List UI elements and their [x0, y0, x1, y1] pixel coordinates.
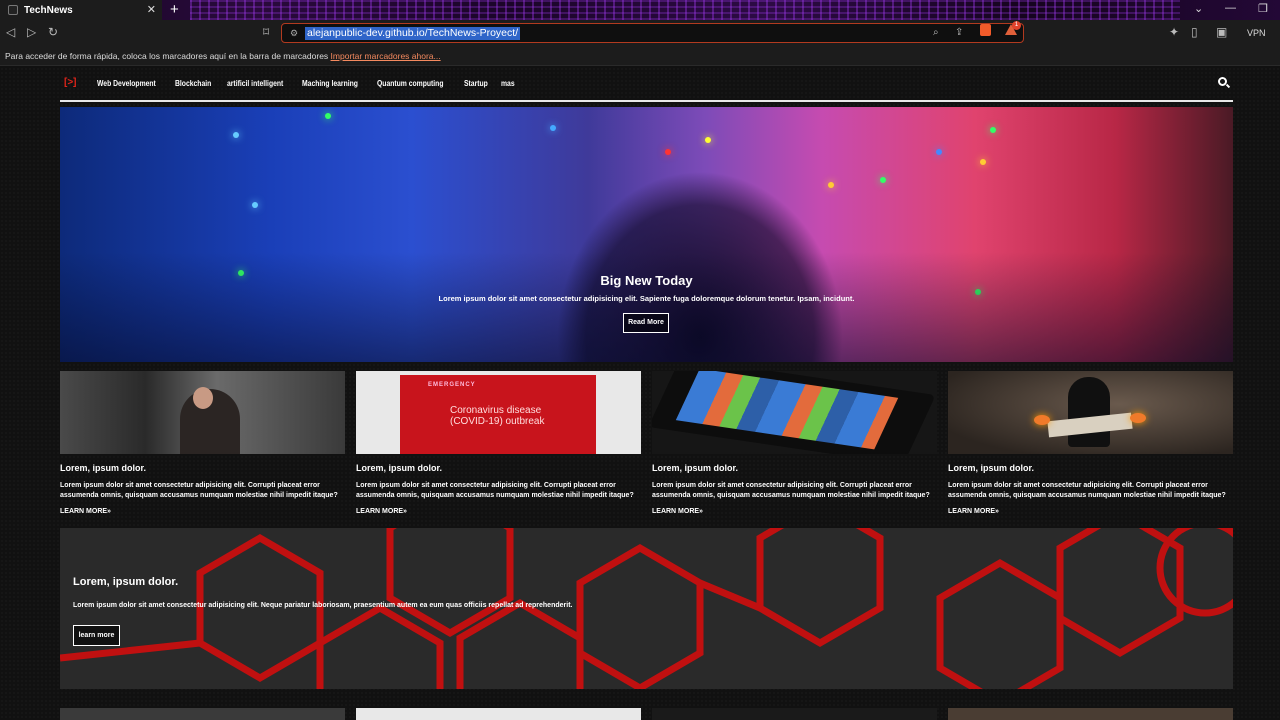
- card-title: Lorem, ipsum dolor.: [948, 463, 1035, 473]
- site-logo[interactable]: [>]: [64, 77, 77, 88]
- sidebar-icon[interactable]: ▯: [1191, 25, 1198, 39]
- news-card: EMERGENCY Coronavirus disease (COVID-19)…: [356, 371, 641, 521]
- nav-link[interactable]: Web Development: [97, 79, 156, 88]
- card-text: Lorem ipsum dolor sit amet consectetur a…: [948, 482, 1226, 499]
- card-title: Lorem, ipsum dolor.: [652, 463, 739, 473]
- bookmarks-bar: Para acceder de forma rápida, coloca los…: [0, 46, 1280, 66]
- card-text: Lorem ipsum dolor sit amet consectetur a…: [356, 482, 634, 499]
- import-bookmarks-link[interactable]: Importar marcadores ahora...: [331, 51, 441, 61]
- read-more-button[interactable]: Read More: [623, 313, 669, 333]
- brave-shields-icon[interactable]: [980, 24, 991, 36]
- nav-link[interactable]: Blockchain: [175, 79, 211, 88]
- next-card-image: [60, 708, 345, 720]
- site-navbar: [>] Web Development Blockchain artificil…: [60, 67, 1233, 102]
- search-icon[interactable]: [1218, 77, 1227, 86]
- learn-more-link[interactable]: LEARN MORE»: [60, 508, 111, 515]
- wallet-icon[interactable]: ▣: [1216, 25, 1227, 39]
- card-image[interactable]: [948, 371, 1233, 454]
- theme-background: [190, 0, 1180, 20]
- favicon-icon: [8, 5, 18, 15]
- tab-title: TechNews: [24, 4, 73, 16]
- site-info-icon[interactable]: ⚙: [290, 28, 298, 39]
- url-text[interactable]: alejanpublic-dev.github.io/TechNews-Proy…: [305, 27, 521, 40]
- reload-icon[interactable]: ↻: [48, 25, 58, 39]
- rewards-badge: 1: [1012, 21, 1021, 30]
- nav-link[interactable]: artificil intelligent: [227, 79, 283, 88]
- hero-fade: [60, 252, 1233, 362]
- promo-text: Lorem ipsum dolor sit amet consectetur a…: [73, 602, 573, 609]
- next-card-image: [948, 708, 1233, 720]
- next-card-image: [356, 708, 641, 720]
- covid-text: Coronavirus disease (COVID-19) outbreak: [450, 405, 545, 427]
- nav-link[interactable]: Quantum computing: [377, 79, 443, 88]
- card-text: Lorem ipsum dolor sit amet consectetur a…: [60, 482, 338, 499]
- back-icon[interactable]: ◁: [6, 25, 15, 39]
- nav-links: Web Development Blockchain artificil int…: [97, 79, 517, 88]
- emergency-label: EMERGENCY: [428, 382, 476, 388]
- extensions-icon[interactable]: ✦: [1169, 25, 1179, 39]
- card-title: Lorem, ipsum dolor.: [356, 463, 443, 473]
- news-card: Lorem, ipsum dolor. Lorem ipsum dolor si…: [60, 371, 345, 521]
- bookmark-icon[interactable]: ⌑: [263, 25, 269, 39]
- tab-list-chevron-icon[interactable]: ⌄: [1194, 2, 1203, 15]
- promo-title: Lorem, ipsum dolor.: [73, 576, 179, 588]
- card-text: Lorem ipsum dolor sit amet consectetur a…: [652, 482, 930, 499]
- hero-text: Lorem ipsum dolor sit amet consectetur a…: [438, 294, 855, 303]
- promo-banner: Lorem, ipsum dolor. Lorem ipsum dolor si…: [60, 528, 1233, 689]
- vpn-button[interactable]: VPN: [1247, 28, 1266, 38]
- bookmarks-hint: Para acceder de forma rápida, coloca los…: [5, 51, 329, 61]
- promo-learn-more-button[interactable]: learn more: [73, 625, 120, 646]
- web-page: [>] Web Development Blockchain artificil…: [0, 67, 1280, 720]
- forward-icon[interactable]: ▷: [27, 25, 36, 39]
- address-bar[interactable]: ⚙ alejanpublic-dev.github.io/TechNews-Pr…: [281, 23, 1024, 43]
- news-card: Lorem, ipsum dolor. Lorem ipsum dolor si…: [948, 371, 1233, 521]
- new-tab-button[interactable]: +: [170, 1, 179, 18]
- learn-more-link[interactable]: LEARN MORE»: [652, 508, 703, 515]
- learn-more-link[interactable]: LEARN MORE»: [948, 508, 999, 515]
- zoom-icon[interactable]: ⌕: [933, 27, 939, 38]
- tab-close-icon[interactable]: ✕: [147, 3, 156, 16]
- browser-toolbar: ◁ ▷ ↻ ⌑ ⚙ alejanpublic-dev.github.io/Tec…: [0, 20, 1280, 46]
- card-title: Lorem, ipsum dolor.: [60, 463, 147, 473]
- share-icon[interactable]: ⇪: [955, 27, 963, 38]
- minimize-icon[interactable]: —: [1225, 2, 1236, 14]
- card-image[interactable]: [60, 371, 345, 454]
- news-card: Lorem, ipsum dolor. Lorem ipsum dolor si…: [652, 371, 937, 521]
- browser-tab-bar: TechNews ✕ + ⌄ — ❐: [0, 0, 1280, 20]
- learn-more-link[interactable]: LEARN MORE»: [356, 508, 407, 515]
- nav-link[interactable]: mas: [501, 79, 515, 88]
- nav-link[interactable]: Startup: [464, 79, 488, 88]
- hero-title: Big New Today: [600, 273, 693, 288]
- restore-icon[interactable]: ❐: [1258, 2, 1268, 15]
- card-image[interactable]: [652, 371, 937, 454]
- hero-banner: Big New Today Lorem ipsum dolor sit amet…: [60, 107, 1233, 362]
- browser-tab[interactable]: TechNews ✕: [0, 0, 162, 20]
- next-card-image: [652, 708, 937, 720]
- nav-link[interactable]: Maching learning: [302, 79, 358, 88]
- card-image[interactable]: EMERGENCY Coronavirus disease (COVID-19)…: [356, 371, 641, 454]
